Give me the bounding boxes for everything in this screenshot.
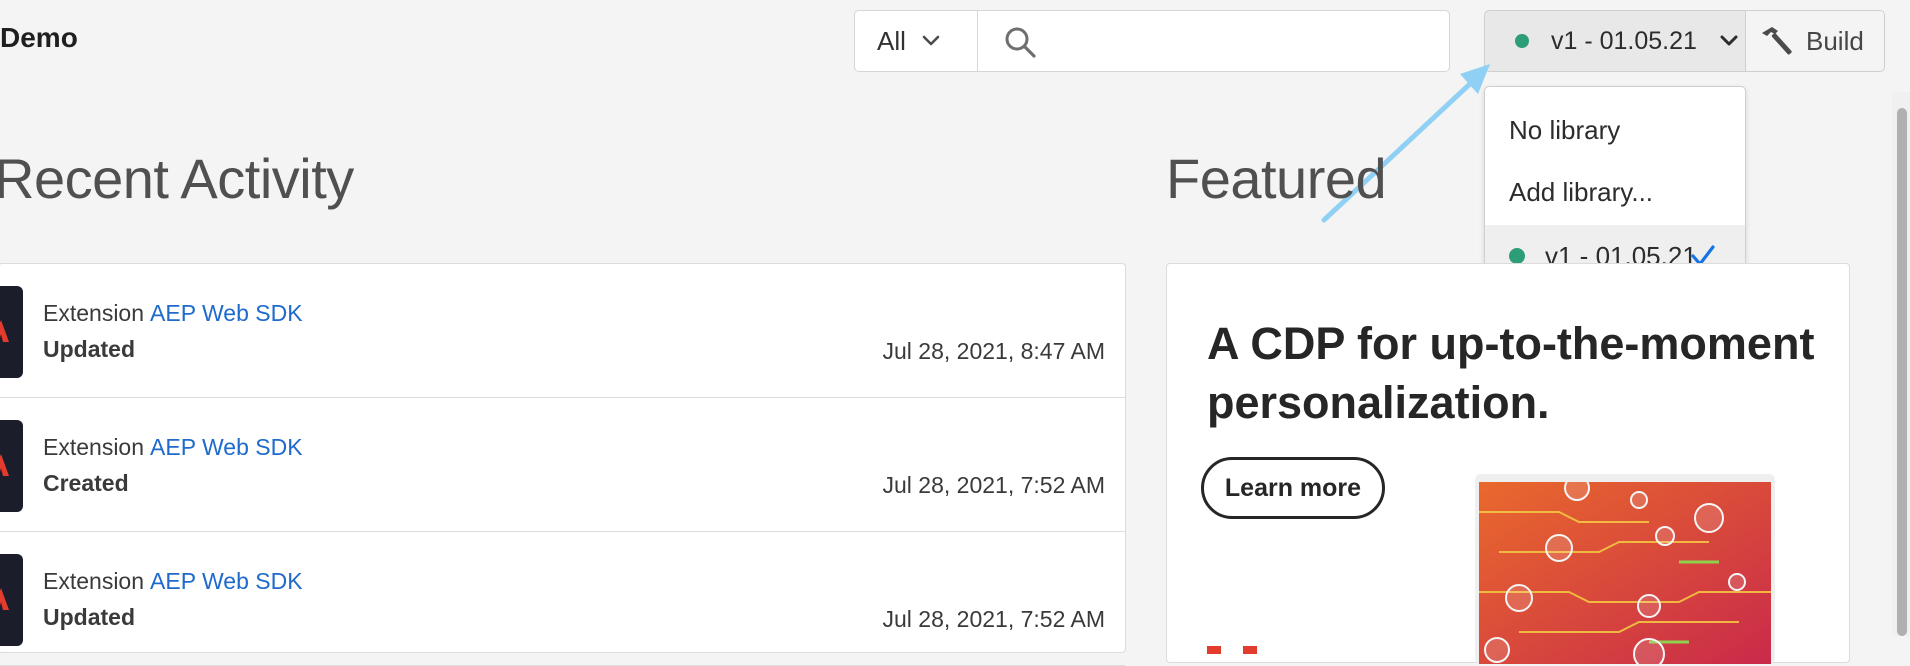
activity-action: Created bbox=[43, 470, 129, 496]
adobe-extension-icon bbox=[0, 286, 23, 378]
activity-action: Updated bbox=[43, 604, 135, 630]
promo-title: A CDP for up-to-the-moment personalizati… bbox=[1207, 318, 1815, 428]
library-picker-label: v1 - 01.05.21 bbox=[1551, 26, 1697, 55]
activity-item-type: Extension bbox=[43, 300, 145, 326]
featured-card: A CDP for up-to-the-moment personalizati… bbox=[1166, 263, 1850, 664]
activity-action: Updated bbox=[43, 336, 135, 362]
promo-logo-fragment bbox=[1207, 646, 1257, 654]
activity-item-link[interactable]: AEP Web SDK bbox=[150, 568, 303, 594]
activity-row-title: Extension AEP Web SDK bbox=[43, 434, 303, 461]
search-scope-picker[interactable]: All bbox=[855, 11, 978, 71]
activity-timestamp: Jul 28, 2021, 7:52 AM bbox=[882, 606, 1106, 632]
recent-activity-heading: Recent Activity bbox=[0, 147, 354, 210]
activity-item-type: Extension bbox=[43, 568, 145, 594]
library-picker[interactable]: v1 - 01.05.21 bbox=[1484, 10, 1746, 72]
chevron-down-icon bbox=[1720, 35, 1738, 46]
annotation-arrow bbox=[1321, 64, 1490, 223]
library-status-dot bbox=[1515, 34, 1529, 48]
menu-item-label: No library bbox=[1509, 114, 1621, 145]
activity-timestamp: Jul 28, 2021, 7:52 AM bbox=[882, 472, 1106, 498]
activity-row-title: Extension AEP Web SDK bbox=[43, 568, 303, 595]
adobe-extension-icon bbox=[0, 554, 23, 646]
menu-item-label: Add library... bbox=[1509, 176, 1654, 207]
activity-row: Extension AEP Web SDK Updated Jul 28, 202… bbox=[0, 532, 1125, 666]
build-button[interactable]: Build bbox=[1745, 10, 1885, 72]
library-status-dot bbox=[1509, 248, 1525, 264]
menu-item-no-library[interactable]: No library bbox=[1485, 99, 1745, 161]
activity-item-link[interactable]: AEP Web SDK bbox=[150, 300, 303, 326]
activity-row: Extension AEP Web SDK Updated Jul 28, 202… bbox=[0, 264, 1125, 398]
search-scope-label: All bbox=[877, 25, 906, 56]
hammer-icon bbox=[1762, 27, 1792, 55]
activity-row-title: Extension AEP Web SDK bbox=[43, 300, 303, 327]
activity-item-type: Extension bbox=[43, 434, 145, 460]
property-name: Demo bbox=[0, 22, 78, 53]
chevron-down-icon bbox=[922, 35, 940, 46]
search-icon bbox=[1005, 27, 1036, 58]
adobe-extension-icon bbox=[0, 420, 23, 512]
recent-activity-list: Extension AEP Web SDK Updated Jul 28, 202… bbox=[0, 263, 1126, 666]
menu-item-add-library[interactable]: Add library... bbox=[1485, 161, 1745, 223]
build-label: Build bbox=[1806, 25, 1864, 56]
activity-item-link[interactable]: AEP Web SDK bbox=[150, 434, 303, 460]
scrollbar-thumb[interactable] bbox=[1897, 108, 1907, 636]
activity-timestamp: Jul 28, 2021, 8:47 AM bbox=[882, 338, 1106, 364]
featured-heading: Featured bbox=[1166, 147, 1387, 210]
activity-row: Extension AEP Web SDK Created Jul 28, 202… bbox=[0, 398, 1125, 532]
learn-more-button[interactable]: Learn more bbox=[1201, 457, 1385, 519]
